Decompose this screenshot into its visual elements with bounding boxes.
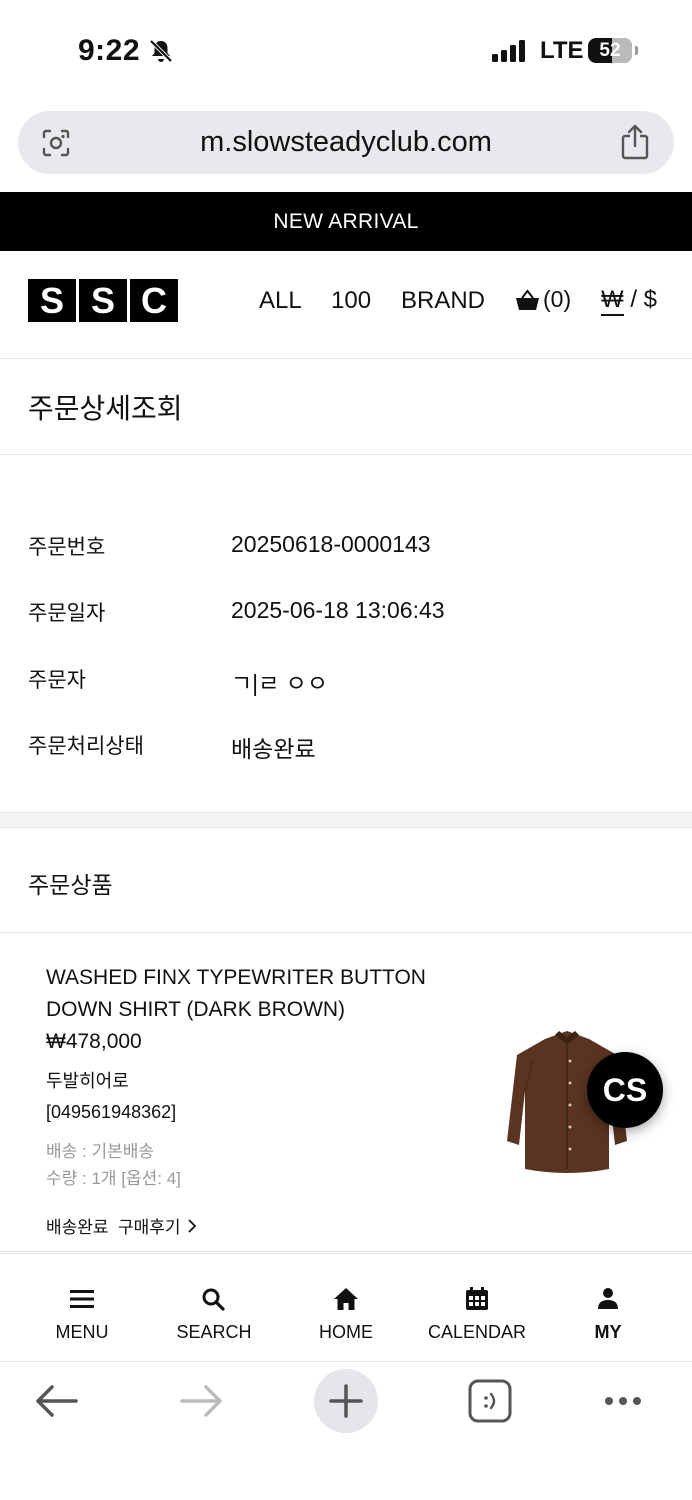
orderer-label: 주문자 (28, 669, 86, 692)
status-bar: 9:22 LTE 52 (0, 0, 692, 100)
orderer-row: 주문자 ㄱ|ㄹ ㅇㅇ (0, 664, 692, 704)
new-tab-plus-icon[interactable] (314, 1369, 378, 1433)
currency-separator: / (623, 286, 644, 313)
order-status-value: 배송완료 (231, 736, 316, 762)
review-label: 구매후기 (118, 1218, 181, 1237)
write-review-link[interactable]: 구매후기 (118, 1213, 197, 1238)
bottom-nav-home[interactable]: HOME (281, 1254, 411, 1363)
menu-icon (70, 1290, 94, 1308)
product-brand: 두발히어로 (46, 1071, 129, 1091)
orderer-value: ㄱ|ㄹ ㅇㅇ (231, 670, 329, 696)
section-divider (0, 812, 692, 828)
currency-switch[interactable]: ₩ / $ (601, 286, 657, 316)
logo-letter: C (130, 279, 178, 322)
ordered-products-title: 주문상품 (28, 872, 113, 898)
share-icon[interactable] (620, 124, 650, 160)
bottom-nav-search-label: SEARCH (176, 1322, 252, 1342)
order-status-label: 주문처리상태 (28, 735, 144, 758)
bottom-nav-calendar-label: CALENDAR (427, 1322, 527, 1342)
battery-icon: 52 (588, 38, 638, 63)
calendar-icon (466, 1287, 488, 1310)
browser-toolbar (0, 1363, 692, 1500)
bottom-nav-home-label: HOME (319, 1322, 373, 1342)
product-shipping: 배송 : 기본배송 (46, 1142, 155, 1161)
home-icon (334, 1288, 358, 1310)
bottom-nav-menu-label: MENU (55, 1322, 109, 1342)
bottom-nav-my-label: MY (594, 1322, 622, 1342)
order-number-label: 주문번호 (28, 536, 106, 559)
bottom-navigation: MENU SEARCH HOME CALENDAR MY (0, 1253, 692, 1362)
battery-level: 52 (599, 40, 621, 61)
nav-brand[interactable]: BRAND (401, 287, 485, 315)
status-time: 9:22 (78, 34, 141, 67)
bottom-nav-search[interactable]: SEARCH (149, 1254, 279, 1363)
nav-100[interactable]: 100 (331, 287, 371, 315)
order-number-row: 주문번호 20250618-0000143 (0, 531, 692, 571)
address-bar[interactable]: m.slowsteadyclub.com (18, 111, 674, 174)
ssc-logo[interactable]: S S C (28, 279, 178, 322)
cart-button[interactable]: (0) (515, 286, 571, 313)
ordered-products-header: 주문상품 (0, 829, 692, 933)
delivery-status: 배송완료 (46, 1218, 109, 1237)
page-title-section: 주문상세조회 (0, 360, 692, 455)
tabs-icon[interactable] (458, 1369, 522, 1433)
more-options-icon[interactable] (591, 1369, 655, 1433)
currency-usd[interactable]: $ (644, 286, 657, 313)
bell-muted-icon (149, 39, 173, 63)
cs-chat-button[interactable]: CS (587, 1052, 663, 1128)
search-icon (202, 1288, 225, 1311)
forward-arrow-icon[interactable] (170, 1369, 234, 1433)
cart-count: (0) (543, 286, 572, 312)
order-date-label: 주문일자 (28, 602, 106, 625)
back-arrow-icon[interactable] (24, 1369, 88, 1433)
new-arrival-banner[interactable]: NEW ARRIVAL (0, 192, 692, 251)
url-text: m.slowsteadyclub.com (200, 126, 492, 158)
bottom-nav-calendar[interactable]: CALENDAR (412, 1254, 542, 1363)
product-quantity: 수량 : 1개 [옵션: 4] (46, 1169, 181, 1188)
site-header: S S C ALL 100 BRAND (0) ₩ / $ (0, 251, 692, 359)
bottom-nav-my[interactable]: MY (543, 1254, 673, 1363)
product-code: [049561948362] (46, 1102, 177, 1122)
order-date-value: 2025-06-18 13:06:43 (231, 597, 445, 623)
network-type: LTE (540, 37, 584, 64)
product-price: ₩478,000 (46, 1030, 142, 1053)
product-name[interactable]: WASHED FINX TYPEWRITER BUTTON DOWN SHIRT… (46, 962, 466, 1026)
order-date-row: 주문일자 2025-06-18 13:06:43 (0, 597, 692, 637)
nav-all[interactable]: ALL (259, 287, 302, 315)
page-title: 주문상세조회 (28, 393, 183, 424)
bottom-nav-menu[interactable]: MENU (17, 1254, 147, 1363)
chevron-right-icon (187, 1218, 196, 1233)
order-number-value: 20250618-0000143 (231, 531, 431, 557)
logo-letter: S (28, 279, 76, 322)
cellular-signal-icon (492, 40, 525, 62)
logo-letter: S (79, 279, 127, 322)
shopping-basket-icon (516, 288, 539, 310)
currency-won[interactable]: ₩ (601, 286, 624, 316)
order-status-row: 주문처리상태 배송완료 (0, 730, 692, 770)
user-icon (598, 1288, 618, 1309)
